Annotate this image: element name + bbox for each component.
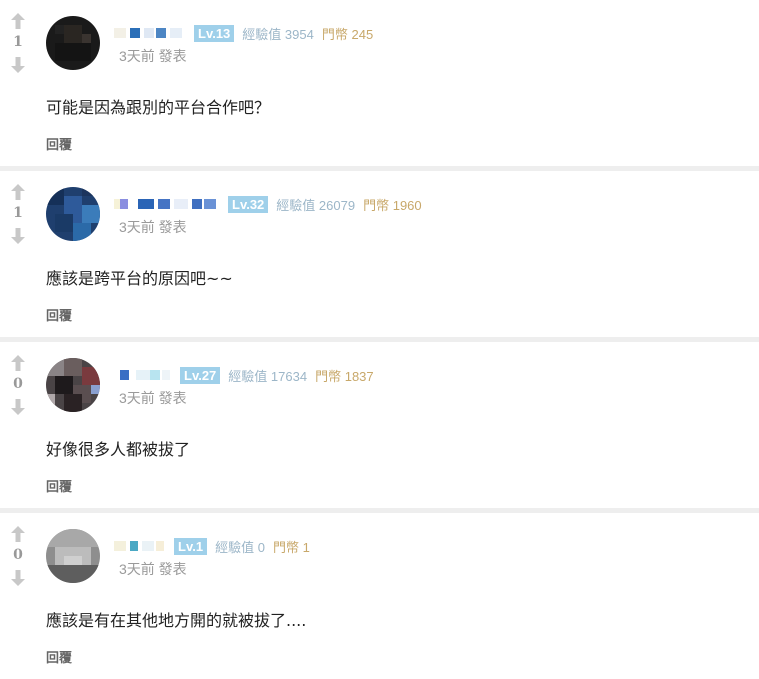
coin-value: 門幣 1960 — [363, 197, 422, 213]
coin-value: 門幣 1 — [272, 539, 310, 555]
downvote-arrow-icon[interactable] — [9, 398, 27, 416]
comment-text: 應該是跨平台的原因吧~~ — [46, 269, 233, 288]
comment-item: 0 Lv.27 經驗值 17634 門幣 1837 3天前 發表 好像很多人都被… — [0, 342, 759, 508]
experience-value: 經驗值 0 — [215, 539, 265, 555]
avatar[interactable] — [46, 16, 100, 70]
level-badge: Lv.27 — [180, 366, 221, 384]
vote-count: 0 — [13, 547, 23, 563]
experience-value: 經驗值 3954 — [242, 26, 314, 42]
upvote-arrow-icon[interactable] — [9, 12, 27, 30]
user-meta: Lv.32 經驗值 26079 門幣 1960 — [114, 193, 422, 215]
vote-column: 0 — [8, 354, 28, 416]
upvote-arrow-icon[interactable] — [9, 183, 27, 201]
comment-text: 可能是因為跟別的平台合作吧？ — [46, 98, 271, 117]
avatar[interactable] — [46, 187, 100, 241]
comment-item: 0 Lv.1 經驗值 0 門幣 1 3天前 發表 應該是有在其他地方開的就被拔了… — [0, 513, 759, 679]
vote-count: 1 — [13, 205, 23, 221]
vote-count: 1 — [13, 34, 23, 50]
reply-button[interactable]: 回覆 — [46, 647, 72, 666]
reply-button[interactable]: 回覆 — [46, 305, 72, 324]
downvote-arrow-icon[interactable] — [9, 227, 27, 245]
comment-item: 1 Lv.13 經驗值 3954 門幣 245 3天前 發表 可能是因為跟別的平… — [0, 0, 759, 166]
upvote-arrow-icon[interactable] — [9, 354, 27, 372]
vote-count: 0 — [13, 376, 23, 392]
reply-button[interactable]: 回覆 — [46, 134, 72, 153]
upvote-arrow-icon[interactable] — [9, 525, 27, 543]
username-blurred[interactable] — [114, 196, 220, 212]
user-meta: Lv.1 經驗值 0 門幣 1 — [114, 535, 310, 557]
reply-button[interactable]: 回覆 — [46, 476, 72, 495]
post-time: 3天前 發表 — [119, 561, 187, 577]
username-blurred[interactable] — [114, 25, 186, 41]
username-blurred[interactable] — [114, 367, 172, 383]
vote-column: 1 — [8, 12, 28, 74]
post-time: 3天前 發表 — [119, 219, 187, 235]
experience-value: 經驗值 17634 — [228, 368, 308, 384]
level-badge: Lv.13 — [194, 24, 235, 42]
avatar[interactable] — [46, 358, 100, 412]
comment-text: 好像很多人都被拔了 — [46, 440, 191, 459]
post-time: 3天前 發表 — [119, 48, 187, 64]
comment-text: 應該是有在其他地方開的就被拔了.... — [46, 611, 307, 630]
experience-value: 經驗值 26079 — [276, 197, 356, 213]
coin-value: 門幣 245 — [321, 26, 374, 42]
comment-item: 1 Lv.32 經驗值 26079 門幣 1960 3天前 發表 應該是跨平台的… — [0, 171, 759, 337]
vote-column: 0 — [8, 525, 28, 587]
user-meta: Lv.13 經驗值 3954 門幣 245 — [114, 22, 373, 44]
level-badge: Lv.1 — [174, 537, 208, 555]
post-time: 3天前 發表 — [119, 390, 187, 406]
downvote-arrow-icon[interactable] — [9, 569, 27, 587]
avatar[interactable] — [46, 529, 100, 583]
downvote-arrow-icon[interactable] — [9, 56, 27, 74]
username-blurred[interactable] — [114, 538, 166, 554]
level-badge: Lv.32 — [228, 195, 269, 213]
user-meta: Lv.27 經驗值 17634 門幣 1837 — [114, 364, 374, 386]
coin-value: 門幣 1837 — [315, 368, 374, 384]
vote-column: 1 — [8, 183, 28, 245]
